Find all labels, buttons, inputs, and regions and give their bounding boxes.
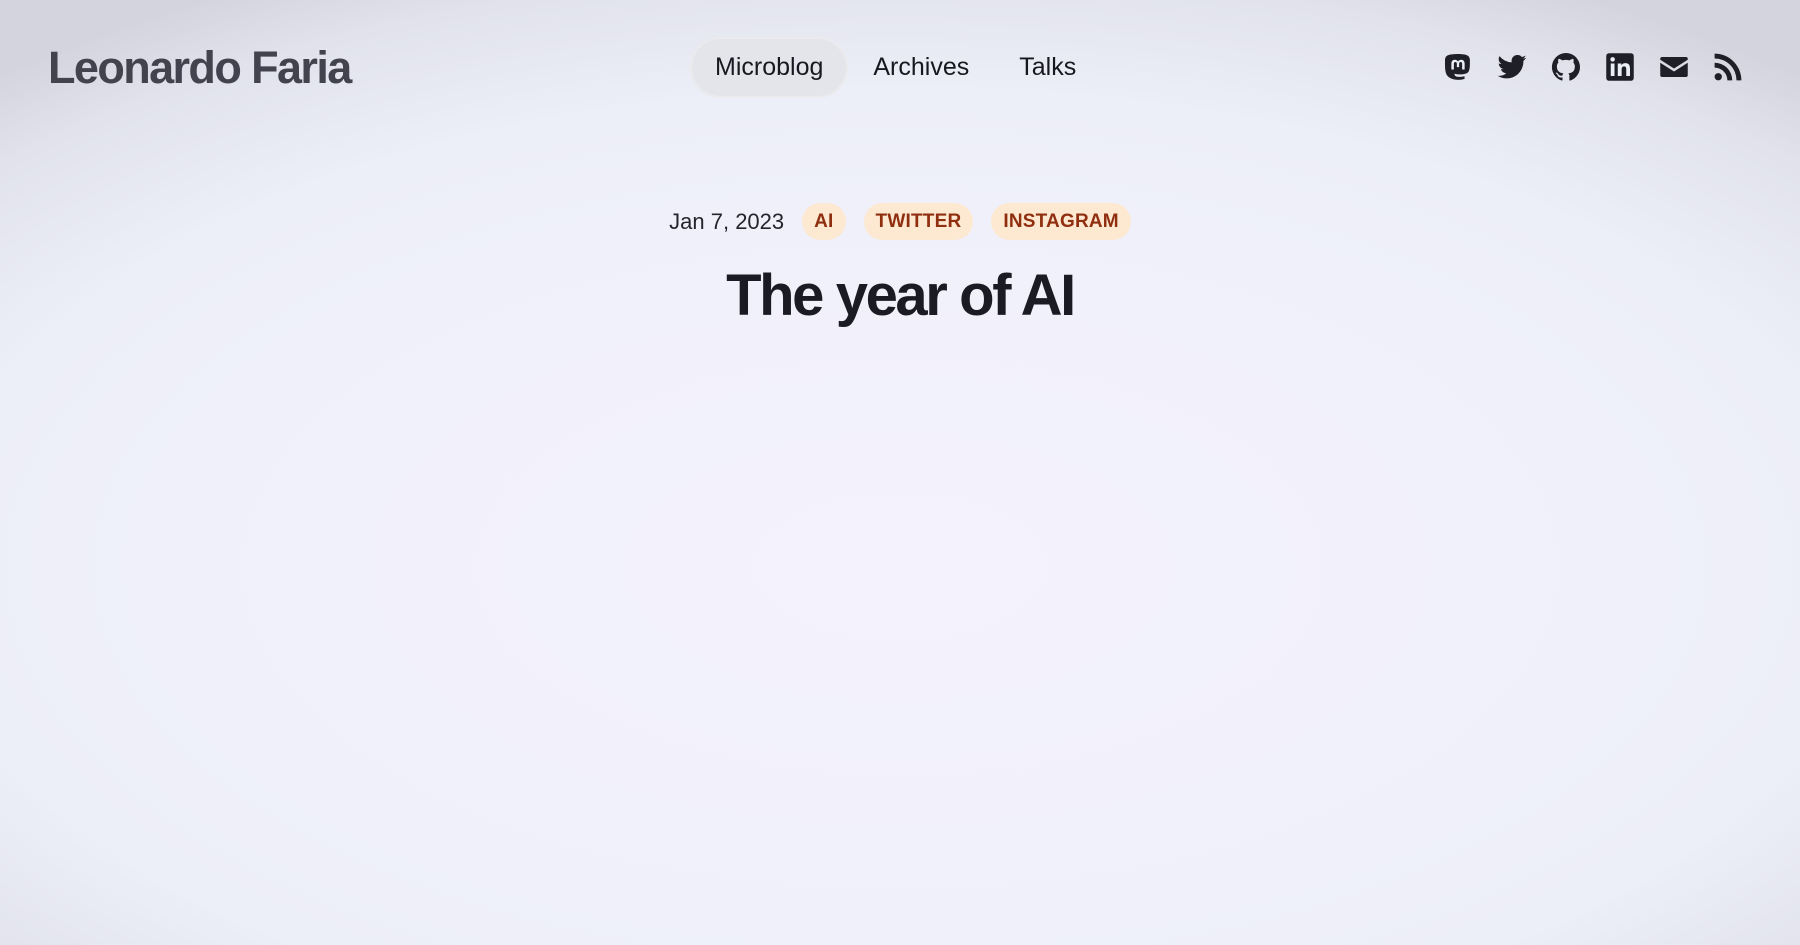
main-nav: Microblog Archives Talks — [690, 37, 1101, 98]
tag-ai[interactable]: AI — [802, 203, 846, 240]
tag-instagram[interactable]: INSTAGRAM — [991, 203, 1131, 240]
linkedin-icon[interactable] — [1603, 45, 1636, 89]
github-icon[interactable] — [1549, 45, 1582, 89]
post-date: Jan 7, 2023 — [669, 208, 785, 234]
mastodon-icon[interactable] — [1441, 45, 1474, 89]
post-meta: Jan 7, 2023 AI TWITTER INSTAGRAM — [0, 203, 1800, 240]
email-icon[interactable] — [1657, 45, 1690, 89]
site-title[interactable]: Leonardo Faria — [48, 38, 352, 98]
tag-twitter[interactable]: TWITTER — [863, 203, 974, 240]
page: Leonardo Faria Microblog Archives Talks — [0, 0, 1800, 945]
nav-item-archives[interactable]: Archives — [848, 37, 994, 98]
rss-icon[interactable] — [1711, 45, 1744, 89]
social-links — [1441, 45, 1744, 89]
nav-item-talks[interactable]: Talks — [994, 37, 1101, 98]
twitter-icon[interactable] — [1495, 45, 1528, 89]
post-title: The year of AI — [726, 263, 1076, 328]
nav-item-microblog[interactable]: Microblog — [690, 37, 849, 98]
